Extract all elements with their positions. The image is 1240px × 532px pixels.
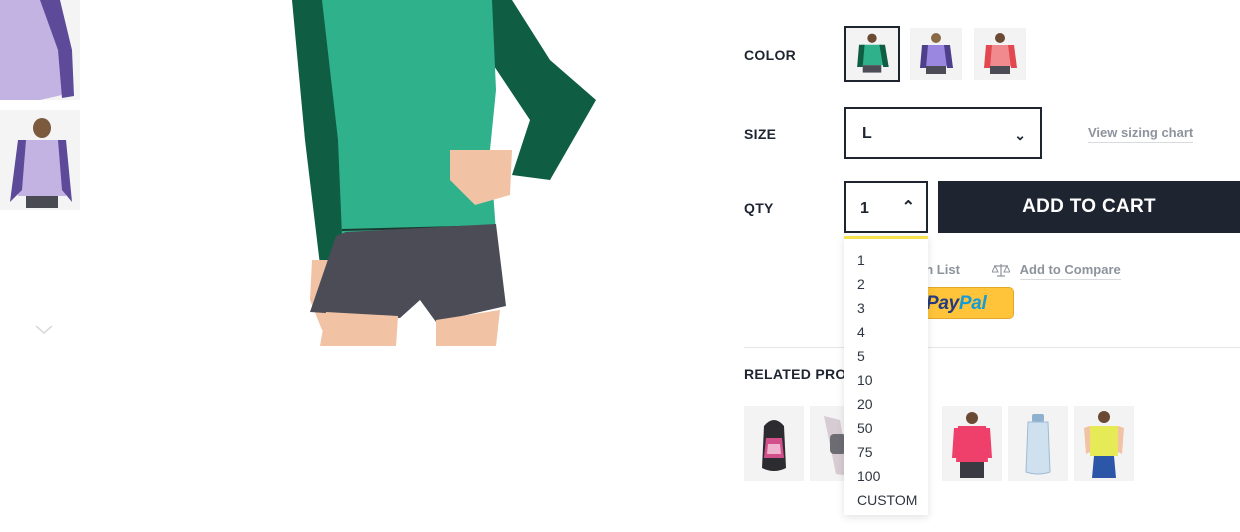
size-label: SIZE <box>744 126 777 142</box>
chevron-down-icon: ⌄ <box>1014 127 1026 143</box>
qty-select-value: 1 <box>860 200 869 217</box>
add-to-compare-label: Add to Compare <box>1019 262 1121 280</box>
qty-option[interactable]: 75 <box>844 440 928 464</box>
water-bottle-icon <box>1008 406 1068 481</box>
paypal-logo: PayPal <box>926 293 987 315</box>
backpack-icon <box>744 406 804 481</box>
size-select[interactable]: L ⌄ <box>844 107 1042 159</box>
qty-option[interactable]: 4 <box>844 320 928 344</box>
red-top-swatch-icon <box>974 28 1026 80</box>
related-product-1[interactable] <box>744 406 804 481</box>
size-select-value: L <box>862 125 872 142</box>
product-thumbnail-1[interactable] <box>0 0 80 100</box>
thumbnail-scroll-down-icon[interactable] <box>34 322 54 336</box>
green-top-swatch-icon <box>846 28 898 80</box>
qty-option[interactable]: 10 <box>844 368 928 392</box>
qty-option[interactable]: 100 <box>844 464 928 488</box>
qty-option[interactable]: CUSTOM <box>844 488 928 512</box>
green-top-model-image-icon <box>292 0 596 346</box>
qty-option[interactable]: 3 <box>844 296 928 320</box>
qty-select[interactable]: 1 ⌃ <box>844 181 928 233</box>
hoodie-pink-icon <box>942 406 1002 481</box>
color-label: COLOR <box>744 47 797 63</box>
qty-option[interactable]: 2 <box>844 272 928 296</box>
color-swatch-green[interactable] <box>844 26 900 82</box>
qty-option[interactable]: 20 <box>844 392 928 416</box>
qty-label: QTY <box>744 200 774 216</box>
related-product-5[interactable] <box>1008 406 1068 481</box>
scale-compare-icon <box>992 264 1010 277</box>
add-to-cart-button[interactable]: ADD TO CART <box>938 181 1240 233</box>
paypal-logo-pay: Pay <box>926 293 959 314</box>
qty-dropdown-menu: 1 2 3 4 5 10 20 50 75 100 CUSTOM <box>844 236 928 515</box>
qty-option[interactable]: 5 <box>844 344 928 368</box>
product-thumbnail-2[interactable] <box>0 110 80 210</box>
yellow-tee-icon <box>1074 406 1134 481</box>
purple-hoodie-back-thumbnail-icon <box>0 110 80 210</box>
chevron-up-icon: ⌃ <box>901 199 915 216</box>
section-divider <box>744 347 1240 348</box>
add-to-compare-link[interactable]: Add to Compare <box>992 262 1121 280</box>
purple-top-swatch-icon <box>910 28 962 80</box>
color-swatch-red[interactable] <box>974 28 1026 80</box>
paypal-logo-pal: Pal <box>958 293 987 314</box>
related-product-6[interactable] <box>1074 406 1134 481</box>
main-product-image[interactable] <box>250 0 650 346</box>
color-swatch-purple[interactable] <box>910 28 962 80</box>
related-product-4[interactable] <box>942 406 1002 481</box>
qty-option[interactable]: 50 <box>844 416 928 440</box>
qty-option[interactable]: 1 <box>844 248 928 272</box>
view-sizing-chart-link[interactable]: View sizing chart <box>1088 125 1194 143</box>
purple-hoodie-thumbnail-icon <box>0 0 80 100</box>
